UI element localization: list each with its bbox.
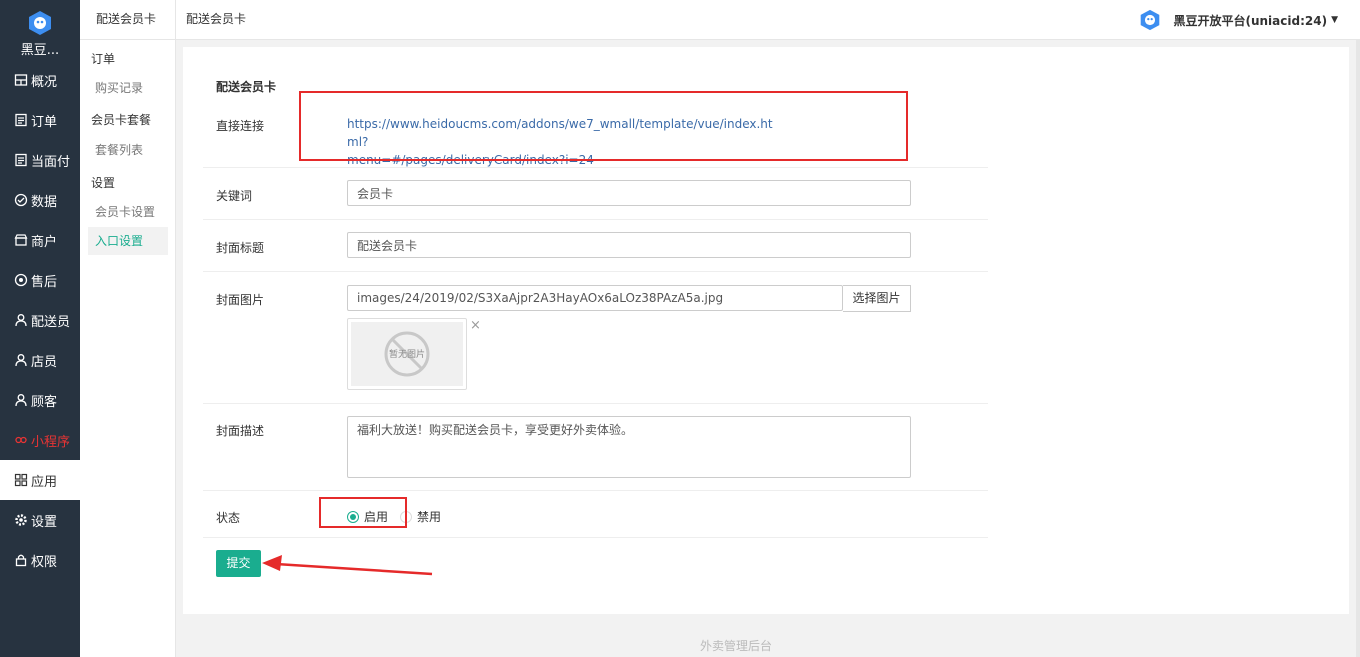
nav-item-label: 概况 (31, 74, 58, 90)
check-circle-icon (14, 193, 28, 207)
cover-title-label: 封面标题 (216, 241, 265, 255)
nav-item-label: 当面付 (31, 154, 71, 170)
link-label: 直接连接 (216, 119, 265, 133)
nav-item-10[interactable]: 应用 (0, 460, 80, 500)
nav-item-label: 权限 (31, 554, 58, 570)
divider (203, 537, 988, 538)
divider (203, 490, 988, 491)
form-panel: 配送会员卡 直接连接 https://www.heidoucms.com/add… (183, 47, 1349, 614)
logo[interactable]: 黑豆... (0, 0, 80, 62)
nav-item-5[interactable]: 售后 (0, 260, 80, 300)
nav-item-label: 店员 (31, 354, 58, 370)
main-nav: 黑豆... 概况订单当面付数据商户售后配送员店员顾客小程序应用设置权限 (0, 0, 80, 657)
nav-item-1[interactable]: 订单 (0, 100, 80, 140)
subnav-group-settings: 设置 (91, 176, 116, 190)
subnav-title: 配送会员卡 (80, 0, 175, 40)
lock-icon (14, 553, 28, 567)
cover-desc-textarea[interactable]: 福利大放送！购买配送会员卡，享受更好外卖体验。 (347, 416, 911, 478)
select-image-button[interactable]: 选择图片 (843, 285, 911, 312)
logo-text: 黑豆... (20, 43, 60, 58)
divider (203, 271, 988, 272)
annotation-box-status (319, 497, 407, 528)
subnav-group-packages: 会员卡套餐 (91, 113, 152, 127)
annotation-box-link (299, 91, 908, 161)
nav-item-7[interactable]: 店员 (0, 340, 80, 380)
status-disable-label[interactable]: 禁用 (417, 508, 441, 525)
list-icon (14, 153, 28, 167)
nav-item-2[interactable]: 当面付 (0, 140, 80, 180)
mini-program-icon (14, 433, 28, 447)
gear-icon (14, 513, 28, 527)
account-label: 黑豆开放平台(uniacid:24) (1173, 13, 1328, 28)
nav-item-4[interactable]: 商户 (0, 220, 80, 260)
cover-image-preview: 暂无图片 (347, 318, 467, 390)
nav-item-label: 应用 (31, 474, 58, 490)
nav-item-9[interactable]: 小程序 (0, 420, 80, 460)
nav-item-0[interactable]: 概况 (0, 60, 80, 100)
nav-item-label: 顾客 (31, 394, 58, 410)
user-icon (14, 393, 28, 407)
account-menu[interactable]: 黑豆开放平台(uniacid:24) ▼ (1139, 0, 1338, 40)
scrollbar[interactable] (1356, 40, 1360, 657)
cover-image-path-input[interactable] (347, 285, 843, 311)
nav-item-3[interactable]: 数据 (0, 180, 80, 220)
user-icon (14, 313, 28, 327)
no-image-text: 暂无图片 (389, 348, 425, 360)
sub-nav: 配送会员卡 订单 购买记录 会员卡套餐 套餐列表 设置 会员卡设置 入口设置 (80, 0, 176, 657)
user-icon (14, 353, 28, 367)
caret-down-icon: ▼ (1331, 15, 1338, 25)
remove-image-close-icon[interactable]: × (470, 318, 481, 333)
platform-logo-icon (1141, 9, 1160, 31)
divider (203, 403, 988, 404)
nav-item-label: 商户 (31, 234, 58, 250)
submit-button[interactable]: 提交 (216, 550, 261, 577)
nav-item-label: 订单 (31, 114, 58, 130)
status-label: 状态 (216, 511, 241, 525)
page-title: 配送会员卡 (186, 12, 247, 26)
footer-text: 外卖管理后台 (700, 639, 773, 653)
no-image-icon: 暂无图片 (384, 331, 430, 377)
top-bar: 配送会员卡 黑豆开放平台(uniacid:24) ▼ (176, 0, 1360, 40)
keyword-label: 关键词 (216, 189, 253, 203)
cover-image-label: 封面图片 (216, 293, 265, 307)
divider (203, 167, 988, 168)
subnav-item-purchase-records[interactable]: 购买记录 (88, 74, 168, 102)
apps-icon (14, 473, 28, 487)
subnav-group-orders: 订单 (91, 52, 116, 66)
nav-item-6[interactable]: 配送员 (0, 300, 80, 340)
cover-title-input[interactable] (347, 232, 911, 258)
nav-item-label: 售后 (31, 274, 58, 290)
nav-item-label: 设置 (31, 514, 58, 530)
subnav-item-card-settings[interactable]: 会员卡设置 (88, 198, 168, 226)
nav-item-8[interactable]: 顾客 (0, 380, 80, 420)
nav-item-label: 小程序 (31, 434, 71, 450)
keyword-input[interactable] (347, 180, 911, 206)
divider (203, 219, 988, 220)
nav-item-12[interactable]: 权限 (0, 540, 80, 580)
nav-item-label: 配送员 (31, 314, 71, 330)
nav-item-label: 数据 (31, 194, 58, 210)
support-icon (14, 273, 28, 287)
dashboard-icon (14, 73, 28, 87)
form-title: 配送会员卡 (216, 80, 277, 94)
nav-item-11[interactable]: 设置 (0, 500, 80, 540)
list-icon (14, 113, 28, 127)
annotation-arrow-icon (262, 555, 433, 576)
subnav-item-package-list[interactable]: 套餐列表 (88, 136, 168, 164)
subnav-item-entry-settings[interactable]: 入口设置 (88, 227, 168, 255)
store-icon (14, 233, 28, 247)
logo-icon (29, 11, 51, 35)
cover-desc-label: 封面描述 (216, 424, 265, 438)
